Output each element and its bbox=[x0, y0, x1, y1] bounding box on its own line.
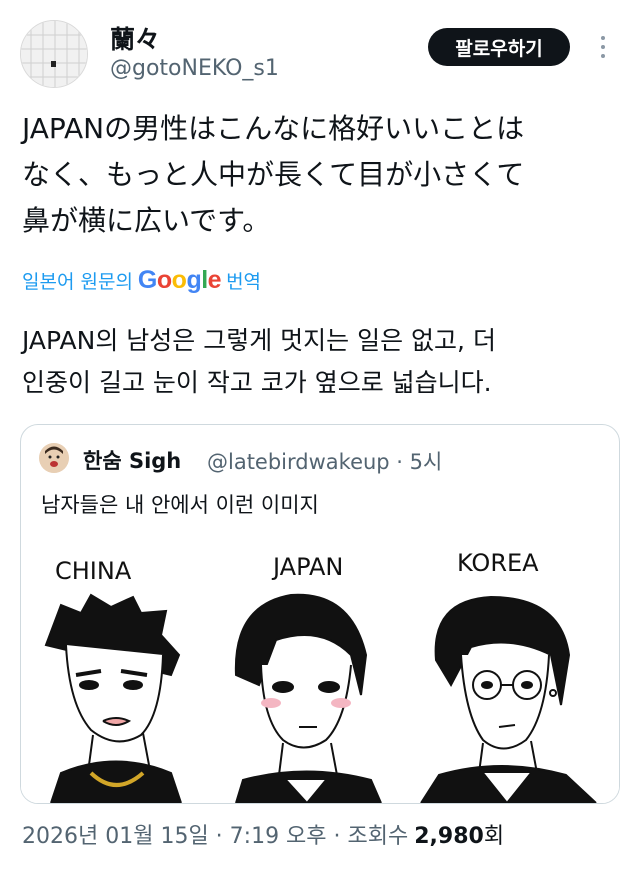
translation-suffix: 번역 bbox=[226, 271, 262, 293]
tweet-datetime[interactable]: 2026년 01월 15일 · 7:19 오후 · 조회수 bbox=[22, 818, 408, 850]
quote-author-avatar bbox=[39, 443, 69, 473]
author-display-name[interactable]: 蘭々 bbox=[110, 20, 160, 56]
quote-text: 남자들은 내 안에서 이런 이미지 bbox=[41, 493, 319, 517]
tweet-text: JAPANの男性はこんなに格好いいことは なく、もっと人中が長くて目が小さくて … bbox=[22, 112, 525, 237]
quote-author-handle: @latebirdwakeup · 5시 bbox=[207, 450, 443, 474]
more-dots-icon[interactable] bbox=[596, 36, 610, 60]
illustration-svg: CHINA JAPAN KOREA bbox=[21, 535, 619, 803]
tweet-meta: 2026년 01월 15일 · 7:19 오후 · 조회수 2,980 회 bbox=[22, 818, 504, 850]
views-count: 2,980 bbox=[414, 824, 484, 849]
follow-button[interactable]: 팔로우하기 bbox=[428, 28, 570, 66]
translated-text: JAPAN의 남성은 그렇게 멋지는 일은 없고, 더 인중이 길고 눈이 작고… bbox=[22, 326, 496, 397]
panel-label-korea: KOREA bbox=[457, 549, 539, 577]
quote-author-name: 한숨 Sigh bbox=[83, 449, 182, 473]
panel-label-japan: JAPAN bbox=[271, 553, 343, 581]
quoted-tweet[interactable]: 한숨 Sigh @latebirdwakeup · 5시 남자들은 내 안에서 … bbox=[20, 424, 620, 804]
translation-prefix: 일본어 원문의 bbox=[22, 271, 133, 293]
author-avatar-image bbox=[21, 21, 87, 87]
quote-illustration[interactable]: CHINA JAPAN KOREA bbox=[21, 535, 619, 803]
views-suffix: 회 bbox=[483, 824, 505, 849]
author-handle[interactable]: @gotoNEKO_s1 bbox=[110, 56, 279, 81]
translation-credit[interactable]: 일본어 원문의 Google 번역 bbox=[22, 266, 261, 295]
google-logo: Google bbox=[137, 266, 222, 294]
panel-label-china: CHINA bbox=[55, 557, 132, 585]
author-avatar[interactable] bbox=[20, 20, 88, 88]
